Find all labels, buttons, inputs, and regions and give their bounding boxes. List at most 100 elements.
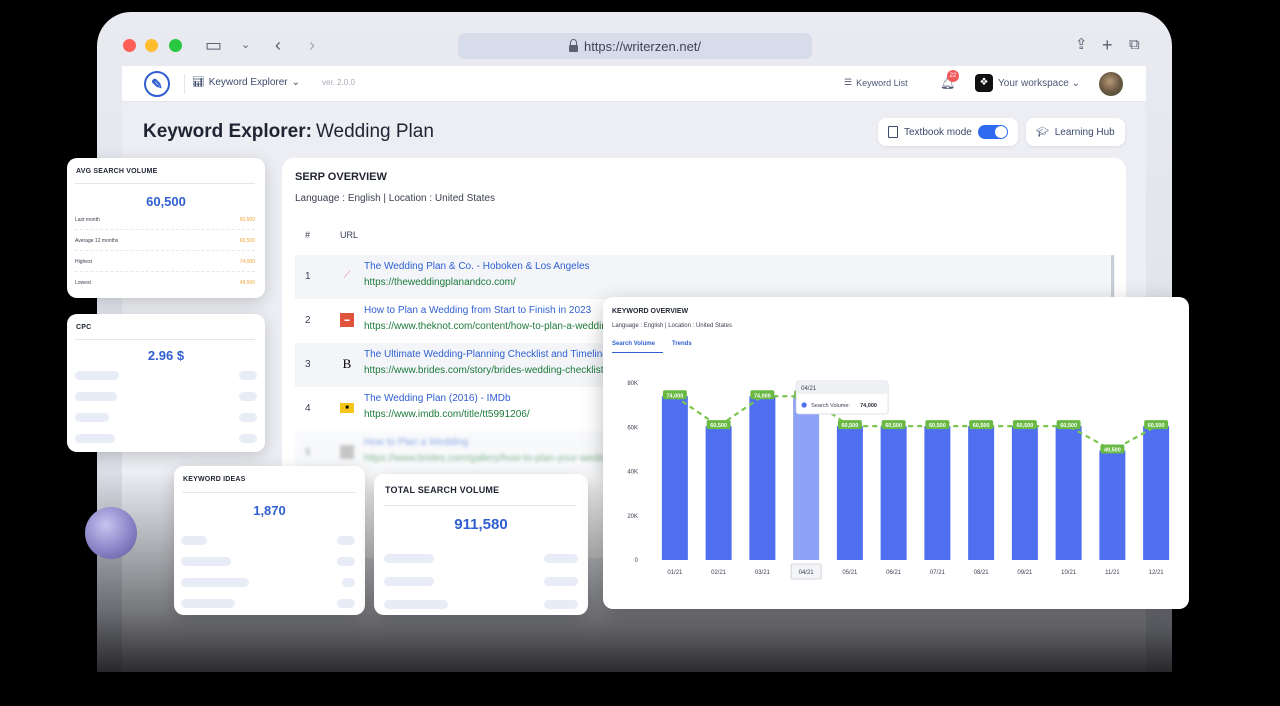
cpc-value: 2.96 $ [147,348,185,363]
skeleton-bar [239,413,257,422]
bar [924,426,951,560]
y-tick-label: 80K [627,381,638,387]
x-tick-label: 12/21 [1149,570,1165,576]
row-number: 4 [305,403,311,414]
data-label: 74,000 [754,393,771,399]
lock-icon [568,38,578,52]
skeleton-bar [181,536,207,545]
total-search-volume-card: TOTAL SEARCH VOLUME 911,580 [374,474,588,615]
result-title-link[interactable]: The Wedding Plan (2016) - IMDb [364,393,511,404]
bar [749,396,776,560]
textbook-mode-toggle[interactable]: Textbook mode [878,118,1018,146]
data-label: 49,500 [1104,447,1121,453]
result-url[interactable]: https://www.brides.com/story/brides-wedd… [364,365,604,376]
skeleton-bar [75,413,109,422]
bar [705,426,732,560]
keyword-ideas-card: KEYWORD IDEAS 1,870 [174,466,365,615]
metric-value: 74,000 [239,259,255,265]
table-row[interactable]: 1 ⟋ The Wedding Plan & Co. - Hoboken & L… [295,255,1115,299]
learning-hub-button[interactable]: 🎓︎ Learning Hub [1026,118,1125,146]
result-url[interactable]: https://theweddingplanandco.com/ [364,277,516,288]
bar [880,426,907,560]
bar [1099,450,1126,560]
skeleton-bar [181,578,249,587]
divider [75,339,255,340]
bar [1055,426,1082,560]
x-tick-label: 01/21 [667,570,683,576]
favicon-icon: ■ [340,403,354,413]
skeleton-bar [544,554,578,563]
address-text: https://writerzen.net/ [583,38,702,54]
back-icon[interactable]: ‹ [275,34,281,56]
metric-label: Average 12 months [75,238,119,244]
decorative-sphere [85,507,137,559]
tabs-overview-icon[interactable]: ⧉ [1129,34,1140,56]
stage: ▭ ⌄ ‹ › https://writerzen.net/ ⇪ + ⧉ ✎ 📊… [0,0,1280,706]
keyword-list-button[interactable]: ☰ Keyword List [844,77,908,88]
x-tick-label: 10/21 [1061,570,1077,576]
bar-chart-icon: 📊︎ [192,77,205,88]
toggle-switch[interactable] [977,125,1008,139]
app-header: ✎ 📊︎ Keyword Explorer ⌄ ver. 2.0.0 ☰ Key… [122,66,1146,102]
minimize-window-button[interactable] [145,39,158,52]
chevron-down-icon: ⌄ [291,77,301,88]
workspace-label: Your workspace [998,78,1069,89]
bar [793,396,820,560]
tab-trends[interactable]: Trends [672,341,692,347]
new-tab-icon[interactable]: + [1102,34,1113,56]
divider [182,492,356,493]
keyword-overview-card: KEYWORD OVERVIEW Language : English | Lo… [603,297,1189,609]
row-number: 2 [305,315,311,326]
serp-language-location: Language : English | Location : United S… [295,193,495,204]
row-number: 3 [305,359,311,370]
tooltip-month: 04/21 [801,386,817,392]
logo-icon[interactable]: ✎ [144,71,170,97]
result-title-link[interactable]: The Wedding Plan & Co. - Hoboken & Los A… [364,261,590,272]
result-url[interactable]: https://www.brides.com/gallery/how-to-pl… [364,453,617,464]
close-window-button[interactable] [123,39,136,52]
serp-title: SERP OVERVIEW [295,171,387,183]
address-bar[interactable]: https://writerzen.net/ [458,33,812,59]
maximize-window-button[interactable] [169,39,182,52]
tooltip-value: 74,000 [860,403,877,409]
chevron-down-icon: ⌄ [1071,78,1080,89]
keyword-explorer-menu[interactable]: 📊︎ Keyword Explorer ⌄ [192,77,300,88]
result-title-link[interactable]: How to Plan a Wedding [364,437,468,448]
result-url[interactable]: https://www.theknot.com/content/how-to-p… [364,321,612,332]
forward-icon[interactable]: › [309,34,315,56]
data-label: 74,000 [666,393,683,399]
skeleton-bar [544,600,578,609]
result-title-link[interactable]: How to Plan a Wedding from Start to Fini… [364,305,591,316]
workspace-menu[interactable]: Your workspace ⌄ [998,78,1080,89]
result-title-link[interactable]: The Ultimate Wedding-Planning Checklist … [364,349,608,360]
result-url[interactable]: https://www.imdb.com/title/tt5991206/ [364,409,530,420]
share-icon[interactable]: ⇪ [1075,34,1088,56]
skeleton-bar [75,434,115,443]
row-number: 1 [305,271,311,282]
workspace-icon: ❖ [975,74,993,92]
y-tick-label: 0 [635,558,639,564]
data-label: 60,500 [885,423,902,429]
skeleton-bar [239,392,257,401]
avatar[interactable] [1099,72,1123,96]
sidebar-toggle-icon[interactable]: ▭ [205,34,222,56]
bar [661,396,688,560]
metric-label: Last month [75,217,100,223]
total-search-volume-value: 911,580 [454,516,508,533]
x-tick-label: 08/21 [974,570,990,576]
x-tick-label: 02/21 [711,570,727,576]
book-icon [888,126,898,138]
data-label: 60,500 [929,423,946,429]
tooltip-label: Search Volume: [811,403,850,409]
skeleton-bar [181,599,235,608]
tab-search-volume[interactable]: Search Volume [612,341,655,347]
divider [184,74,185,94]
metric-label: Highest [75,259,92,265]
bar [1143,426,1170,560]
favicon-icon: ⟋ [343,270,351,281]
metric-row: Highest 74,000 [75,252,255,272]
chevron-down-icon[interactable]: ⌄ [241,34,250,56]
data-label: 60,500 [841,423,858,429]
keyword-ideas-value: 1,870 [253,503,286,518]
card-title: TOTAL SEARCH VOLUME [385,485,500,495]
